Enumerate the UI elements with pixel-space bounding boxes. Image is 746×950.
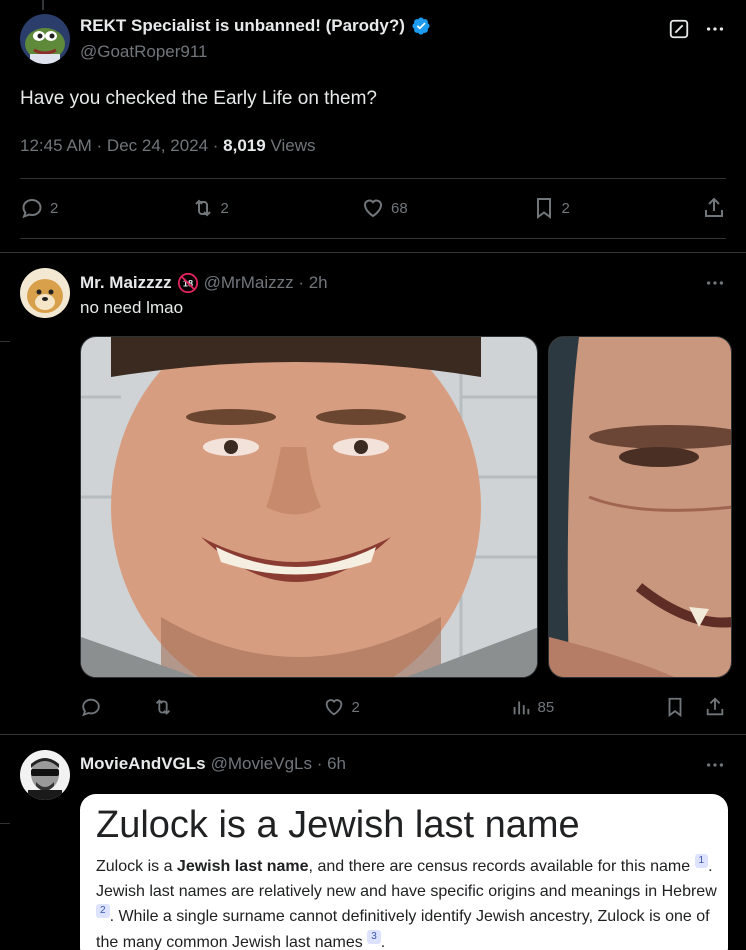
retweet-icon xyxy=(194,199,211,217)
card-text-bold: Jewish last name xyxy=(176,858,309,875)
bookmark-button[interactable]: 2 xyxy=(532,196,672,220)
reply-count: 2 xyxy=(50,199,59,217)
card-text-5: . xyxy=(380,933,386,950)
card-text-1: Zulock is a xyxy=(96,858,177,875)
reply-author-handle[interactable]: @MrMaizzz · 2h xyxy=(204,273,328,293)
reply-view-count: 85 xyxy=(537,698,555,716)
reply-text: no need lmao xyxy=(80,298,184,317)
like-button[interactable]: 68 xyxy=(361,196,501,220)
actions-divider xyxy=(20,238,726,239)
reply-photo-1[interactable] xyxy=(80,336,538,678)
card-text-2: , and there are census records available… xyxy=(308,858,691,875)
author-handle[interactable]: @GoatRoper911 xyxy=(80,42,208,62)
reply-author-name[interactable]: Mr. Maizzzz xyxy=(80,273,172,293)
grok-icon[interactable] xyxy=(668,18,690,40)
like-count: 68 xyxy=(391,199,408,217)
reply-like-count: 2 xyxy=(351,698,360,716)
reply-author-handle[interactable]: @MovieVgLs · 6h xyxy=(211,754,346,774)
author-name-row[interactable]: REKT Specialist is unbanned! (Parody?) xyxy=(80,16,431,36)
reply-icon xyxy=(22,198,42,219)
retweet-button[interactable]: 2 xyxy=(191,196,331,220)
reply-reply-button[interactable] xyxy=(80,696,102,718)
card-title: Zulock is a Jewish last name xyxy=(96,804,580,846)
reply-avatar[interactable] xyxy=(20,268,70,318)
reply-like-button[interactable]: 2 xyxy=(323,696,360,718)
reply-views-button[interactable]: 85 xyxy=(510,696,555,718)
card-text-4: . While a single surname cannot definiti… xyxy=(96,908,710,950)
reply-photo-2[interactable] xyxy=(548,336,732,678)
author-name[interactable]: REKT Specialist is unbanned! (Parody?) xyxy=(80,16,405,36)
timestamp[interactable]: 12:45 AM · Dec 24, 2024 · xyxy=(20,136,223,155)
analytics-icon xyxy=(513,701,529,715)
reply-icon xyxy=(82,698,100,717)
main-tweet: REKT Specialist is unbanned! (Parody?) @… xyxy=(0,0,746,252)
citation-ref: 1 xyxy=(694,854,709,868)
reply-more-icon[interactable] xyxy=(704,754,726,776)
reply-header: MovieAndVGLs @MovieVgLs · 6h xyxy=(80,754,346,774)
share-button[interactable] xyxy=(702,196,726,220)
verified-badge-icon xyxy=(412,17,430,35)
heart-icon xyxy=(326,699,343,716)
tweet-actions: 2 2 68 2 xyxy=(20,192,726,224)
retweet-count: 2 xyxy=(220,199,229,217)
card-body: Zulock is a Jewish last name, and there … xyxy=(96,854,722,950)
views-label: Views xyxy=(265,136,316,155)
reply-retweet-button[interactable] xyxy=(152,696,174,718)
views-count: 8,019 xyxy=(223,136,266,155)
side-tick xyxy=(0,823,10,824)
citation-ref: 2 xyxy=(96,904,110,918)
bookmark-count: 2 xyxy=(561,199,570,217)
author-avatar[interactable] xyxy=(20,14,70,64)
age-badge-icon: 18 xyxy=(177,272,198,294)
reply-actions: 2 85 xyxy=(80,696,726,718)
citation-ref: 3 xyxy=(367,929,381,944)
reply-share-button[interactable] xyxy=(704,696,726,718)
bookmark-icon xyxy=(536,198,551,219)
reply-button[interactable]: 2 xyxy=(20,196,160,220)
share-icon xyxy=(705,197,723,217)
reply-author-name[interactable]: MovieAndVGLs xyxy=(80,754,206,774)
reply-header: Mr. Maizzzz 18 @MrMaizzz · 2h xyxy=(80,272,328,294)
reply-avatar[interactable] xyxy=(20,750,70,800)
heart-icon xyxy=(363,199,383,218)
more-options-icon[interactable] xyxy=(704,18,726,40)
reply-bookmark-button[interactable] xyxy=(664,696,686,718)
retweet-icon xyxy=(155,699,170,715)
bookmark-icon xyxy=(668,697,682,718)
tweet-text: Have you checked the Early Life on them? xyxy=(20,88,377,109)
reply-tweet: Mr. Maizzzz 18 @MrMaizzz · 2h no need lm… xyxy=(0,252,746,736)
tweet-meta: 12:45 AM · Dec 24, 2024 · 8,019 Views xyxy=(20,136,315,156)
share-icon xyxy=(706,697,724,716)
attached-image-card[interactable]: Zulock is a Jewish last name Zulock is a… xyxy=(80,794,728,950)
meta-divider xyxy=(20,178,726,179)
reply-more-icon[interactable] xyxy=(704,272,726,294)
side-tick xyxy=(0,341,10,342)
